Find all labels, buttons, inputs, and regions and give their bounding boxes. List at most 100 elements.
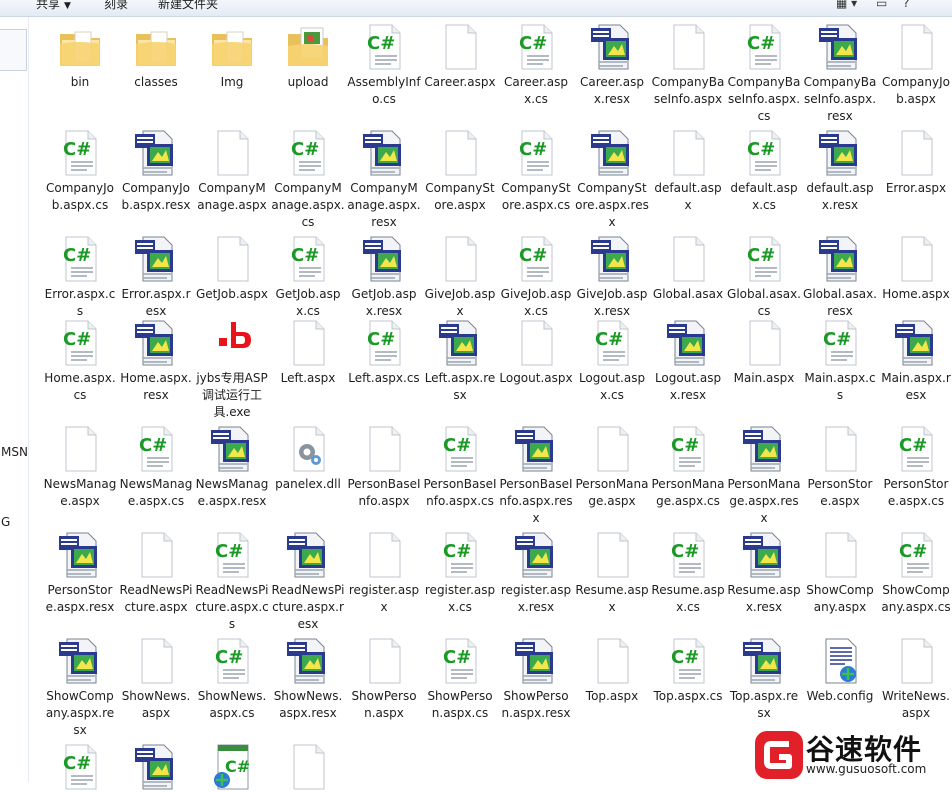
resx-file-icon[interactable] xyxy=(815,234,865,284)
csharp-file-icon[interactable]: C# xyxy=(131,424,181,474)
csharp-file-icon[interactable]: C# xyxy=(435,530,485,580)
file-name-label[interactable]: Logout.aspx xyxy=(499,370,573,387)
csharp-file-icon[interactable]: C# xyxy=(55,742,105,792)
resx-file-icon[interactable] xyxy=(815,128,865,178)
file-name-label[interactable]: Home.aspx.resx xyxy=(119,370,193,404)
aspx-file-icon[interactable] xyxy=(587,636,637,686)
file-name-label[interactable]: PersonBaseInfo.aspx xyxy=(347,476,421,510)
file-name-label[interactable]: Logout.aspx.cs xyxy=(575,370,649,404)
csharp-file-icon[interactable]: C# xyxy=(663,636,713,686)
aspx-file-icon[interactable] xyxy=(207,234,257,284)
file-name-label[interactable]: NewsManage.aspx.resx xyxy=(195,476,269,510)
file-name-label[interactable]: Resume.aspx.resx xyxy=(727,582,801,616)
csharp-web-file-icon[interactable]: C# xyxy=(207,742,257,792)
csharp-file-icon[interactable]: C# xyxy=(663,530,713,580)
file-name-label[interactable]: NewsManage.aspx xyxy=(43,476,117,510)
file-name-label[interactable]: ShowPerson.aspx.resx xyxy=(499,688,573,722)
csharp-file-icon[interactable]: C# xyxy=(55,318,105,368)
new-folder-button[interactable]: 新建文件夹 xyxy=(158,0,218,12)
aspx-file-icon[interactable] xyxy=(815,530,865,580)
file-name-label[interactable]: PersonBaseInfo.aspx.cs xyxy=(423,476,497,510)
file-name-label[interactable]: CompanyBaseInfo.aspx.resx xyxy=(803,74,877,125)
resx-file-icon[interactable] xyxy=(207,424,257,474)
file-name-label[interactable]: ShowNews.aspx xyxy=(119,688,193,722)
csharp-file-icon[interactable]: C# xyxy=(511,128,561,178)
file-name-label[interactable]: ReadNewsPicture.aspx.resx xyxy=(271,582,345,633)
file-name-label[interactable]: Home.aspx.cs xyxy=(43,370,117,404)
file-name-label[interactable]: PersonStore.aspx.resx xyxy=(43,582,117,616)
resx-file-icon[interactable] xyxy=(587,22,637,72)
csharp-file-icon[interactable]: C# xyxy=(359,22,409,72)
file-name-label[interactable]: CompanyManage.aspx xyxy=(195,180,269,214)
file-name-label[interactable]: Career.aspx.cs xyxy=(499,74,573,108)
file-name-label[interactable]: WriteNews.aspx xyxy=(879,688,952,722)
file-name-label[interactable]: ShowPerson.aspx xyxy=(347,688,421,722)
resx-file-icon[interactable] xyxy=(511,530,561,580)
resx-file-icon[interactable] xyxy=(55,636,105,686)
resx-file-icon[interactable] xyxy=(587,234,637,284)
csharp-file-icon[interactable]: C# xyxy=(739,128,789,178)
csharp-file-icon[interactable]: C# xyxy=(739,22,789,72)
aspx-file-icon[interactable] xyxy=(663,22,713,72)
file-name-label[interactable]: Left.aspx.resx xyxy=(423,370,497,404)
file-name-label[interactable]: GiveJob.aspx.resx xyxy=(575,286,649,320)
file-name-label[interactable]: GetJob.aspx.resx xyxy=(347,286,421,320)
file-name-label[interactable]: ShowNews.aspx.resx xyxy=(271,688,345,722)
file-name-label[interactable]: CompanyJob.aspx.resx xyxy=(119,180,193,214)
file-name-label[interactable]: default.aspx.cs xyxy=(727,180,801,214)
folder-icon[interactable] xyxy=(207,22,257,72)
csharp-file-icon[interactable]: C# xyxy=(891,424,941,474)
csharp-file-icon[interactable]: C# xyxy=(283,128,333,178)
file-name-label[interactable]: ReadNewsPicture.aspx xyxy=(119,582,193,616)
file-name-label[interactable]: Error.aspx.resx xyxy=(119,286,193,320)
file-name-label[interactable]: Career.aspx.resx xyxy=(575,74,649,108)
resx-file-icon[interactable] xyxy=(739,636,789,686)
aspx-file-icon[interactable] xyxy=(359,424,409,474)
file-name-label[interactable]: GiveJob.aspx xyxy=(423,286,497,320)
file-name-label[interactable]: CompanyBaseInfo.aspx.cs xyxy=(727,74,801,125)
aspx-file-icon[interactable] xyxy=(891,636,941,686)
file-name-label[interactable]: Main.aspx.resx xyxy=(879,370,952,404)
file-name-label[interactable]: ShowNews.aspx.cs xyxy=(195,688,269,722)
csharp-file-icon[interactable]: C# xyxy=(435,636,485,686)
file-name-label[interactable]: ShowCompany.aspx.resx xyxy=(43,688,117,739)
file-name-label[interactable]: Top.aspx.cs xyxy=(651,688,725,705)
resx-file-icon[interactable] xyxy=(131,318,181,368)
aspx-file-icon[interactable] xyxy=(891,234,941,284)
aspx-file-icon[interactable] xyxy=(587,424,637,474)
file-name-label[interactable]: Career.aspx xyxy=(423,74,497,91)
aspx-file-icon[interactable] xyxy=(55,424,105,474)
file-name-label[interactable]: Error.aspx.cs xyxy=(43,286,117,320)
resx-file-icon[interactable] xyxy=(511,636,561,686)
file-name-label[interactable]: CompanyStore.aspx.cs xyxy=(499,180,573,214)
preview-pane-icon[interactable]: ▭ xyxy=(876,0,887,10)
resx-file-icon[interactable] xyxy=(663,318,713,368)
csharp-file-icon[interactable]: C# xyxy=(55,234,105,284)
file-name-label[interactable]: register.aspx xyxy=(347,582,421,616)
aspx-file-icon[interactable] xyxy=(739,318,789,368)
aspx-file-icon[interactable] xyxy=(435,22,485,72)
resx-file-icon[interactable] xyxy=(891,318,941,368)
file-name-label[interactable]: ShowCompany.aspx.cs xyxy=(879,582,952,616)
file-name-label[interactable]: panelex.dll xyxy=(271,476,345,493)
resx-file-icon[interactable] xyxy=(131,234,181,284)
file-name-label[interactable]: CompanyManage.aspx.cs xyxy=(271,180,345,231)
aspx-file-icon[interactable] xyxy=(511,318,561,368)
resx-file-icon[interactable] xyxy=(359,234,409,284)
csharp-file-icon[interactable]: C# xyxy=(207,636,257,686)
file-name-label[interactable]: CompanyBaseInfo.aspx xyxy=(651,74,725,108)
dll-file-icon[interactable] xyxy=(283,424,333,474)
file-name-label[interactable]: ReadNewsPicture.aspx.cs xyxy=(195,582,269,633)
file-name-label[interactable]: PersonBaseInfo.aspx.resx xyxy=(499,476,573,527)
resx-file-icon[interactable] xyxy=(131,742,181,792)
file-name-label[interactable]: jybs专用ASP调试运行工具.exe xyxy=(195,370,269,421)
file-name-label[interactable]: bin xyxy=(43,74,117,91)
folder-icon[interactable] xyxy=(131,22,181,72)
file-name-label[interactable]: Global.asax xyxy=(651,286,725,303)
file-name-label[interactable]: PersonManage.aspx xyxy=(575,476,649,510)
file-name-label[interactable]: PersonStore.aspx xyxy=(803,476,877,510)
aspx-file-icon[interactable] xyxy=(131,636,181,686)
folder-icon[interactable] xyxy=(55,22,105,72)
nav-item-msn[interactable]: MSN xyxy=(1,445,28,459)
file-name-label[interactable]: CompanyStore.aspx xyxy=(423,180,497,214)
